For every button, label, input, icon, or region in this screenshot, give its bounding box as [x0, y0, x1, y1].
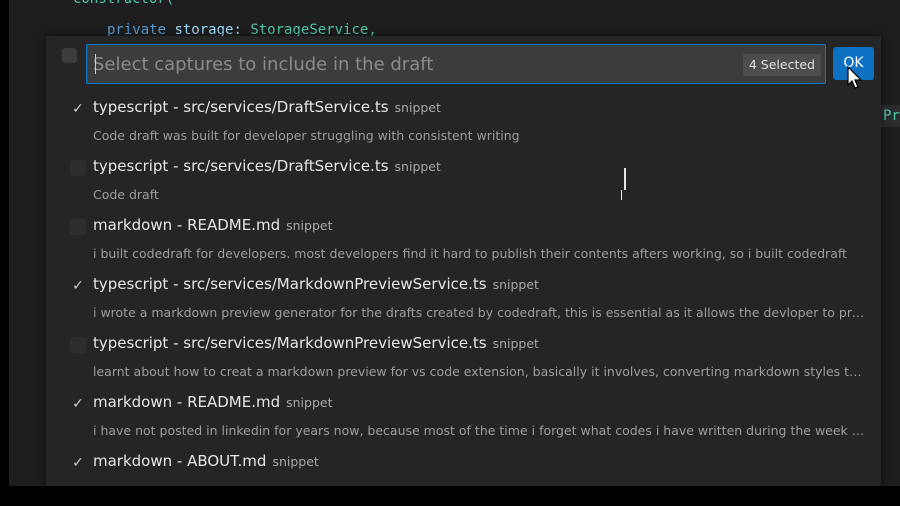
item-title-text: typescript - src/services/DraftService.t… [93, 157, 389, 175]
item-title: typescript - src/services/DraftService.t… [93, 157, 441, 175]
item-title-text: typescript - src/services/DraftService.t… [93, 98, 389, 116]
item-description: learnt about how to creat a markdown pre… [93, 364, 868, 379]
item-checkbox[interactable] [70, 160, 86, 176]
item-description: Code draft was built for developer strug… [93, 128, 520, 143]
check-icon[interactable]: ✓ [70, 278, 86, 294]
bottom-letterbox [0, 486, 900, 506]
check-icon[interactable]: ✓ [70, 396, 86, 412]
input-caret [95, 54, 96, 74]
quick-pick-input[interactable] [93, 45, 733, 83]
item-tag: snippet [394, 100, 441, 115]
item-tag: snippet [394, 159, 441, 174]
editor-frame: constructor( private storage: StorageSer… [9, 0, 900, 486]
code-line-constructor: constructor( [73, 0, 174, 10]
list-item[interactable]: ✓ markdown - README.md snippet i have not… [46, 390, 881, 449]
text-cursor [624, 168, 626, 190]
item-description: Code draft [93, 187, 159, 202]
list-item[interactable]: ✓ typescript - src/services/DraftService… [46, 95, 881, 154]
list-item[interactable]: ✓ typescript - src/services/MarkdownPrev… [46, 272, 881, 331]
item-title-text: markdown - ABOUT.md [93, 452, 267, 470]
item-title-text: markdown - README.md [93, 393, 281, 411]
item-title-text: typescript - src/services/MarkdownPrevie… [93, 275, 487, 293]
item-description: i wrote a markdown preview generator for… [93, 305, 868, 320]
text-cursor-tail [621, 190, 622, 200]
item-title: typescript - src/services/MarkdownPrevie… [93, 334, 539, 352]
item-checkbox[interactable] [70, 219, 86, 235]
check-icon[interactable]: ✓ [70, 101, 86, 117]
item-title: markdown - README.md snippet [93, 216, 333, 234]
capture-list: ✓ typescript - src/services/DraftService… [46, 95, 881, 486]
item-title: markdown - README.md snippet [93, 393, 333, 411]
item-description: i have not posted in linkedin for years … [93, 423, 868, 438]
list-item[interactable]: typescript - src/services/DraftService.t… [46, 154, 881, 213]
item-title: markdown - ABOUT.md snippet [93, 452, 319, 470]
list-item[interactable]: typescript - src/services/MarkdownPrevie… [46, 331, 881, 390]
item-title: typescript - src/services/DraftService.t… [93, 98, 441, 116]
item-tag: snippet [286, 395, 333, 410]
list-item[interactable]: ✓ markdown - ABOUT.md snippet [46, 449, 881, 486]
check-icon[interactable]: ✓ [70, 455, 86, 471]
list-item[interactable]: markdown - README.md snippet i built code… [46, 213, 881, 272]
item-description: i built codedraft for developers. most d… [93, 246, 847, 261]
item-title-text: markdown - README.md [93, 216, 281, 234]
item-checkbox[interactable] [70, 337, 86, 353]
selected-count-badge: 4 Selected [742, 54, 821, 76]
mouse-pointer-icon [847, 66, 863, 89]
quick-pick-panel: 4 Selected OK ✓ typescript - src/service… [46, 36, 881, 486]
item-title: typescript - src/services/MarkdownPrevie… [93, 275, 539, 293]
quick-pick-input-box[interactable]: 4 Selected [86, 44, 826, 84]
item-tag: snippet [272, 454, 319, 469]
item-title-text: typescript - src/services/MarkdownPrevie… [93, 334, 487, 352]
item-tag: snippet [492, 336, 539, 351]
item-tag: snippet [286, 218, 333, 233]
select-all-checkbox[interactable] [62, 48, 77, 63]
item-tag: snippet [492, 277, 539, 292]
